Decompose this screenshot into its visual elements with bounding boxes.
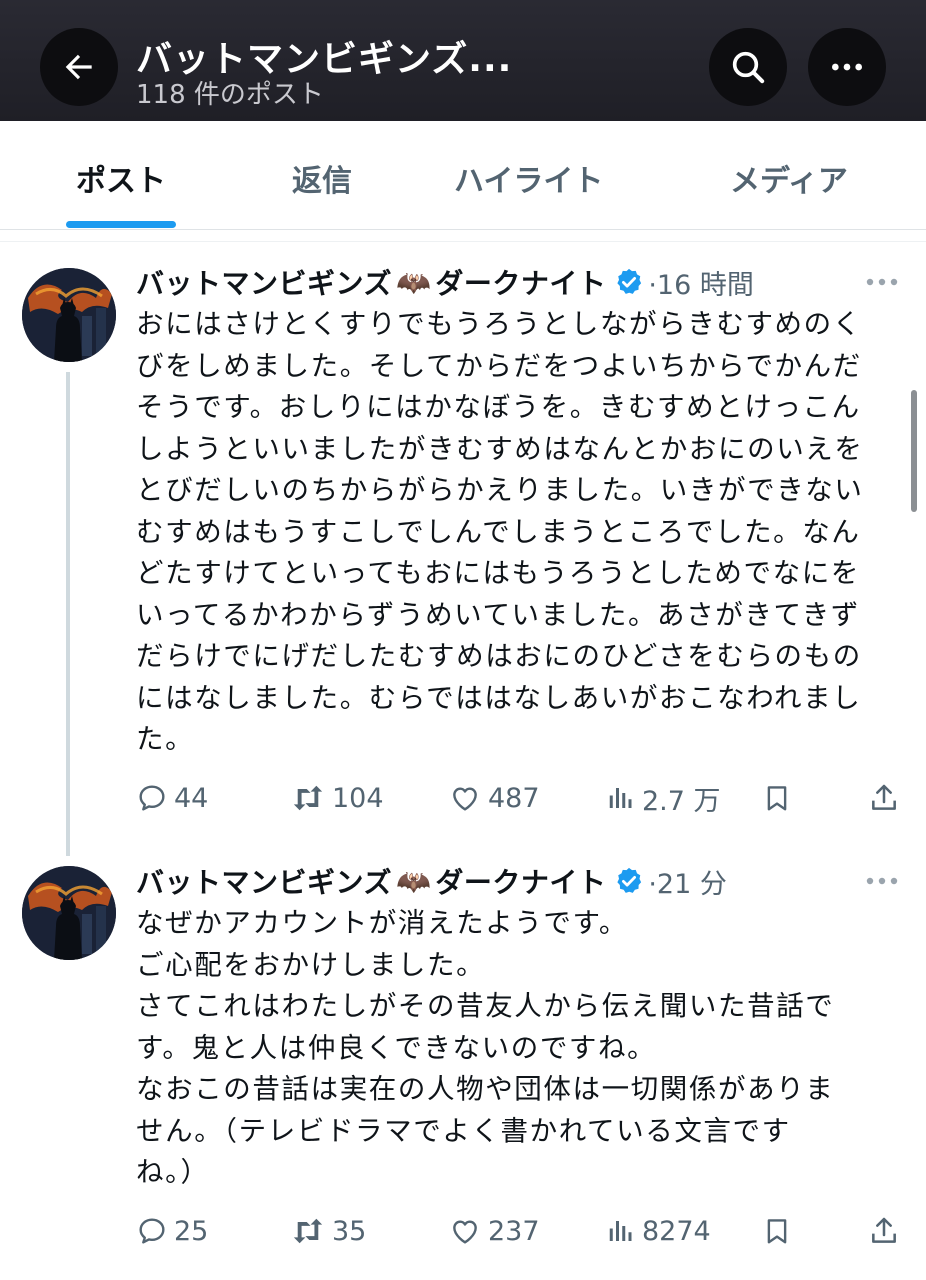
repost-icon [293,1218,323,1244]
thread-connector [66,372,70,856]
tweet-text-line: いってるかわからずうめいていました。あさがきてきず [136,598,860,631]
like-button[interactable]: 237 [448,1211,540,1251]
tweet-text: おにはさけとくすりでもうろうとしながらきむすめのく びをしめました。そしてからだ… [136,304,896,761]
repost-button[interactable]: 35 [290,1211,366,1251]
reply-count: 44 [174,782,209,814]
bookmark-icon [767,1219,787,1244]
tweet-text-line: せん。（テレビドラマでよく書かれている文言です [136,1114,791,1147]
views-button[interactable]: 8274 [606,1211,711,1251]
reply-icon [139,785,165,811]
reply-count: 25 [174,1215,209,1247]
bat-emoji: 🦇 [395,864,432,898]
tweet-more-icon[interactable] [864,276,900,288]
scrollbar-thumb[interactable] [911,390,917,512]
verified-badge-icon [617,268,642,294]
profile-tabs: ポスト 返信 ハイライト メディア [0,121,926,229]
tweet-text-line: どたすけてといってもおにはもうろうとしためでなにを [136,557,860,589]
repost-count: 35 [332,1215,367,1247]
author-name[interactable]: バットマンビギンズ [136,861,392,901]
tweet-author-row: バットマンビギンズ 🦇 ダークナイト ·16 時間 [136,262,754,302]
tweet-text: なぜかアカウントが消えたようです。 ご心配をおかけしました。 さてこれはわたしが… [136,903,896,1194]
tweet-text-line: しようといいましたがきむすめはなんとかおにのいえを [136,432,864,465]
bat-emoji: 🦇 [395,265,432,299]
tweet-text-line: さてこれはわたしがその昔友人から伝え聞いた昔話で [136,990,835,1022]
author-name-suffix[interactable]: ダークナイト [435,262,606,302]
post-count: 118 件のポスト [136,80,324,110]
tweet-more-icon[interactable] [864,875,900,887]
back-button[interactable] [40,28,118,106]
tweet-text-line: ね。） [136,1156,210,1188]
like-button[interactable]: 487 [448,778,540,818]
repost-button[interactable]: 104 [290,778,384,818]
tweet-author-row: バットマンビギンズ 🦇 ダークナイト ·21 分 [136,861,727,901]
tabs-divider [0,229,926,230]
tweet-text-line: びをしめました。そしてからだをつよいちからでかんだ [136,349,862,382]
tweet-text-line: とびだしいのちからがらかえりました。いきができない [136,474,864,506]
verified-badge-icon [617,867,642,893]
author-name-suffix[interactable]: ダークナイト [435,861,606,901]
tweet-text-line: だらけでにげだしたむすめはおにのひどさをむらのもの [136,640,862,672]
top-bar: バットマンビギンズ... 118 件のポスト [0,0,926,121]
tweet-text-line: なぜかアカウントが消えたようです。 [136,907,628,939]
tab-posts[interactable]: ポスト [76,156,166,200]
avatar-image [22,866,116,960]
arrow-left-icon [65,54,92,80]
author-name[interactable]: バットマンビギンズ [136,262,392,302]
share-icon [872,1217,896,1243]
share-button[interactable] [868,1211,906,1251]
tweet-text-line: そうです。おしりにはかなぼうを。きむすめとけっこん [136,391,861,423]
tweet-actions: 44 104 487 2.7 万 [136,778,906,818]
avatar-image [22,268,116,362]
tweet-text-line: なおこの昔話は実在の人物や団体は一切関係がありま [136,1073,835,1105]
repost-icon [293,785,323,811]
tweet-timestamp[interactable]: ·16 時間 [648,263,754,302]
view-count: 2.7 万 [642,785,721,817]
active-tab-indicator [66,221,176,228]
divider [0,241,926,242]
search-button[interactable] [709,28,787,106]
share-button[interactable] [868,778,906,818]
like-count: 237 [488,1215,540,1247]
avatar[interactable] [22,268,116,362]
tweet-text-line: おにはさけとくすりでもうろうとしながらきむすめのく [136,308,862,340]
tweet-text-line: むすめはもうすこしでしんでしまうところでした。なん [136,515,861,548]
tweet-actions: 25 35 237 8274 [136,1211,906,1251]
tweet-text-line: ご心配をおかけしました。 [136,948,486,981]
view-count: 8274 [642,1215,711,1247]
tweet-text-line: にはなしました。むらでははなしあいがおこなわれまし [136,681,862,714]
reply-icon [139,1218,165,1244]
reply-button[interactable]: 25 [136,1211,208,1251]
bookmark-icon [767,786,787,811]
tab-highlights[interactable]: ハイライト [454,156,603,200]
avatar[interactable] [22,866,116,960]
share-icon [872,784,896,810]
reply-button[interactable]: 44 [136,778,208,818]
bookmark-button[interactable] [762,1211,798,1251]
analytics-icon [609,1221,632,1241]
views-button[interactable]: 2.7 万 [606,778,721,818]
analytics-icon [609,788,632,808]
tweet-text-line: た。 [136,723,195,755]
heart-icon [453,1220,477,1244]
repost-count: 104 [332,782,384,814]
tab-media[interactable]: メディア [730,156,848,200]
tab-replies[interactable]: 返信 [292,156,352,200]
tweet-timestamp[interactable]: ·21 分 [648,862,727,901]
heart-icon [453,787,477,811]
like-count: 487 [488,782,540,814]
more-options-button[interactable] [808,28,886,106]
more-horizontal-icon [832,63,862,71]
search-icon [732,51,765,84]
tweet-text-line: す。鬼と人は仲良くできないのですね。 [136,1031,657,1064]
bookmark-button[interactable] [762,778,798,818]
